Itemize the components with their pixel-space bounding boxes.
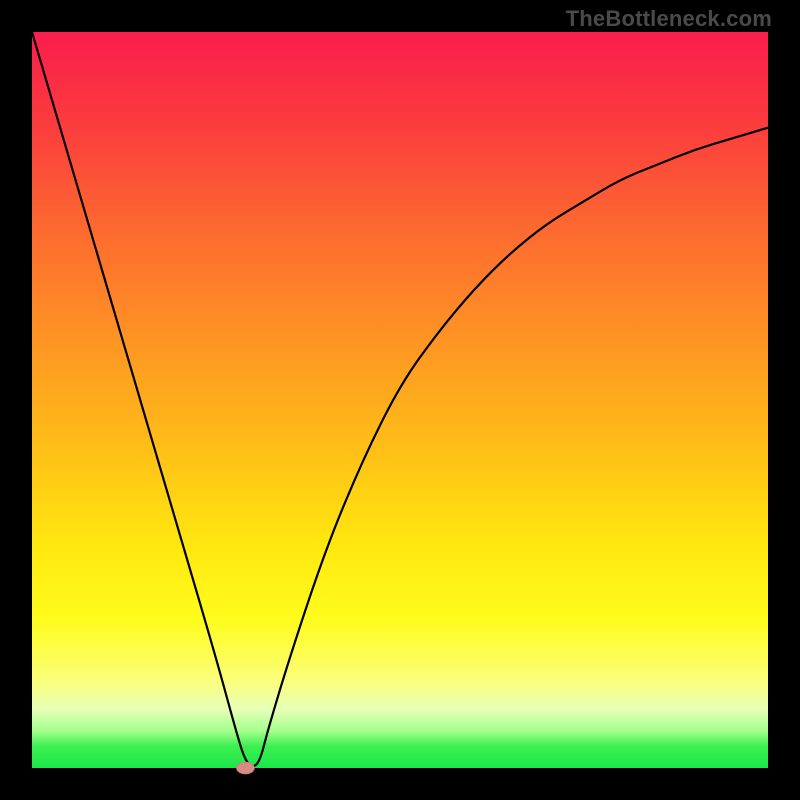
curve-svg [32, 32, 768, 768]
plot-area [32, 32, 768, 768]
chart-frame: TheBottleneck.com [0, 0, 800, 800]
bottleneck-curve [32, 32, 768, 766]
watermark-text: TheBottleneck.com [566, 6, 772, 32]
minimum-marker [236, 762, 254, 774]
